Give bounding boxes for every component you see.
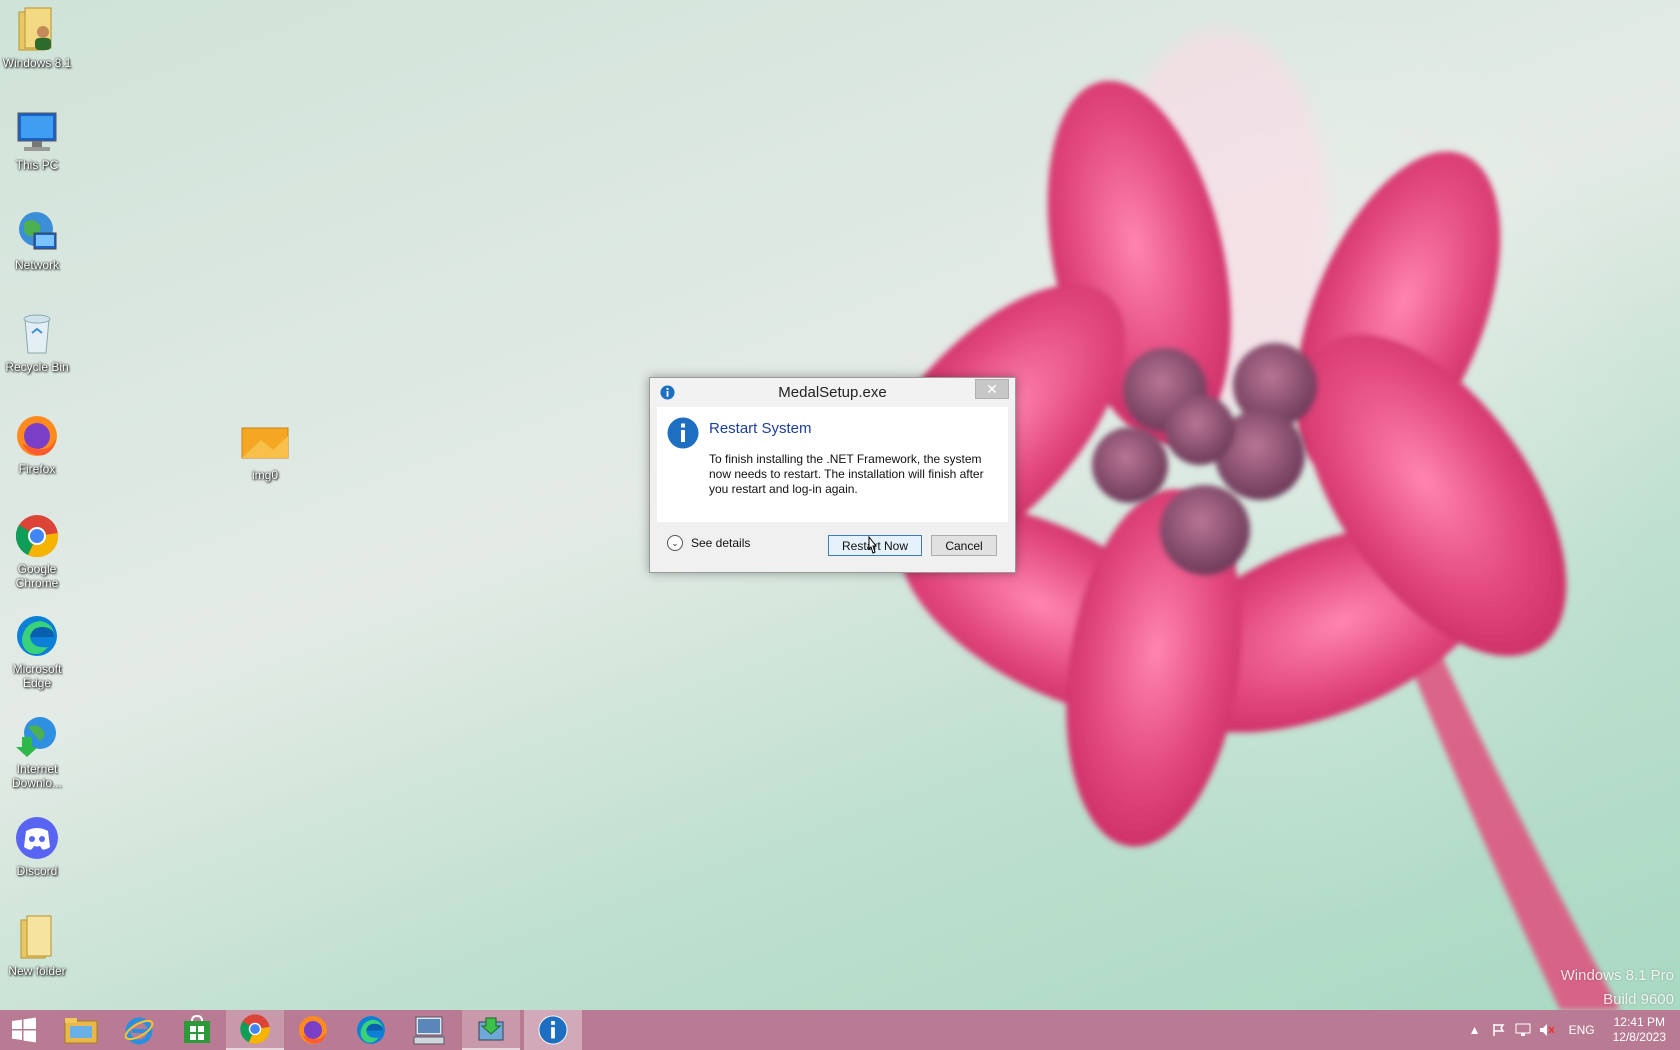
os-version-watermark: Windows 8.1 Pro Build 9600 <box>1560 967 1674 1008</box>
keyboard-monitor-icon <box>413 1016 445 1045</box>
image-file-icon <box>241 418 289 466</box>
taskbar-file-explorer[interactable] <box>52 1010 110 1050</box>
network-globe-icon <box>13 208 61 256</box>
taskbar-edge[interactable] <box>342 1010 400 1050</box>
desktop-icon-new-folder[interactable]: New folder <box>0 914 77 978</box>
info-icon <box>538 1015 568 1045</box>
input-language[interactable]: ENG <box>1559 1023 1605 1037</box>
desktop-icon-img0[interactable]: img0 <box>225 418 305 482</box>
taskbar-setup[interactable] <box>462 1010 520 1050</box>
taskbar-internet-explorer[interactable] <box>110 1010 168 1050</box>
dialog-footer: ⌄ See details Restart Now Cancel <box>650 522 1015 572</box>
system-tray: ▲ ENG 12:41 PM 12/8/2023 <box>1463 1010 1680 1050</box>
dialog-heading: Restart System <box>709 420 812 437</box>
windows-logo-icon <box>12 1017 36 1043</box>
desktop-icon-discord[interactable]: Discord <box>0 814 77 878</box>
recycle-bin-icon <box>13 310 61 358</box>
taskbar-info-dialog[interactable] <box>524 1010 582 1050</box>
firefox-icon <box>13 412 61 460</box>
dialog-titlebar[interactable]: MedalSetup.exe ✕ <box>650 378 1015 407</box>
show-hidden-icons-chevron-icon[interactable]: ▲ <box>1463 1010 1487 1050</box>
taskbar: ▲ ENG 12:41 PM 12/8/2023 <box>0 1010 1680 1050</box>
edge-icon <box>357 1016 385 1044</box>
firefox-icon <box>299 1016 327 1044</box>
desktop-icon-google-chrome[interactable]: Google Chrome <box>0 512 77 590</box>
see-details-toggle[interactable]: ⌄ See details <box>667 535 750 551</box>
start-button[interactable] <box>0 1010 48 1050</box>
desktop-icon-windows-81[interactable]: Windows 8.1 <box>0 6 77 70</box>
dialog-content: Restart System To finish installing the … <box>657 407 1008 522</box>
desktop: Windows 8.1 This PC Network Recycle Bin … <box>0 0 1680 1010</box>
store-icon <box>184 1015 210 1043</box>
computer-icon <box>13 108 61 156</box>
folder-icon <box>64 1018 98 1044</box>
clock[interactable]: 12:41 PM 12/8/2023 <box>1605 1015 1680 1045</box>
desktop-icon-microsoft-edge[interactable]: Microsoft Edge <box>0 612 77 690</box>
ie-icon <box>124 1017 154 1045</box>
volume-muted-icon[interactable] <box>1535 1010 1559 1050</box>
taskbar-firefox[interactable] <box>284 1010 342 1050</box>
restart-dialog: MedalSetup.exe ✕ Restart System To finis… <box>649 377 1016 573</box>
chrome-icon <box>240 1014 270 1044</box>
clock-time: 12:41 PM <box>1613 1015 1665 1029</box>
clock-date: 12/8/2023 <box>1612 1030 1666 1044</box>
desktop-icon-network[interactable]: Network <box>0 208 77 272</box>
folder-icon <box>13 914 61 962</box>
idm-icon <box>13 712 61 760</box>
chrome-icon <box>13 512 61 560</box>
chevron-down-icon: ⌄ <box>667 535 683 551</box>
edge-icon <box>13 612 61 660</box>
close-button[interactable]: ✕ <box>975 379 1009 399</box>
see-details-label: See details <box>691 536 751 550</box>
mouse-cursor-icon <box>868 536 878 554</box>
installer-icon <box>478 1017 504 1041</box>
dialog-title: MedalSetup.exe <box>778 384 887 401</box>
desktop-icon-internet-download-manager[interactable]: Internet Downlo... <box>0 712 77 790</box>
desktop-icon-firefox[interactable]: Firefox <box>0 412 77 476</box>
action-center-flag-icon[interactable] <box>1487 1010 1511 1050</box>
taskbar-chrome[interactable] <box>226 1010 284 1050</box>
discord-icon <box>13 814 61 862</box>
taskbar-store[interactable] <box>168 1010 226 1050</box>
info-large-icon <box>667 417 699 449</box>
desktop-icon-this-pc[interactable]: This PC <box>0 108 77 172</box>
dialog-message: To finish installing the .NET Framework,… <box>709 452 984 496</box>
taskbar-remote-desktop[interactable] <box>400 1010 458 1050</box>
user-folder-icon <box>13 6 61 54</box>
network-icon[interactable] <box>1511 1010 1535 1050</box>
cancel-button[interactable]: Cancel <box>931 535 997 556</box>
desktop-icon-recycle-bin[interactable]: Recycle Bin <box>0 310 77 374</box>
